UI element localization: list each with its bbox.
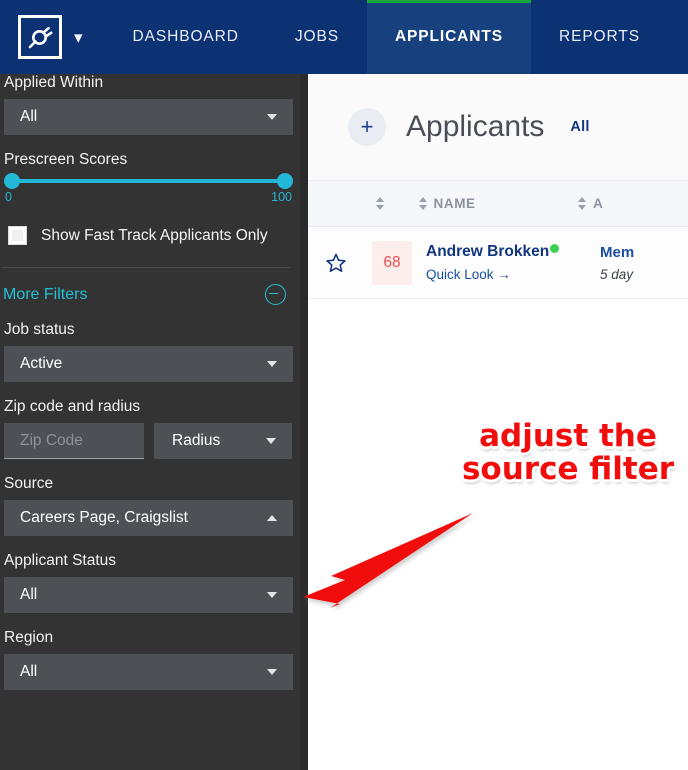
plug-logo-icon[interactable] (18, 15, 62, 59)
source-label: Source (4, 475, 292, 493)
prescreen-score-cell: 68 (364, 241, 420, 285)
applied-time-ago: 5 day (600, 267, 688, 282)
applied-within-select[interactable]: All (4, 99, 293, 135)
applied-within-value: All (20, 108, 267, 126)
radius-value: Radius (172, 432, 266, 450)
tab-reports[interactable]: REPORTS (531, 0, 668, 74)
job-status-label: Job status (4, 321, 292, 339)
applied-job-title[interactable]: Mem (600, 244, 688, 261)
region-value: All (20, 663, 267, 681)
applicant-status-filter: Applicant Status All (0, 552, 300, 613)
slider-min-label: 0 (5, 190, 12, 204)
top-navigation-bar: ▾ DASHBOARD JOBS APPLICANTS REPORTS (0, 0, 688, 74)
applicant-status-label: Applicant Status (4, 552, 292, 570)
add-applicant-button[interactable]: + (348, 108, 386, 146)
applied-within-label: Applied Within (4, 74, 292, 92)
more-filters-toggle[interactable]: More Filters (3, 284, 286, 305)
radius-select[interactable]: Radius (154, 423, 292, 459)
sidebar-scrollbar[interactable] (300, 74, 308, 770)
applicant-status-value: All (20, 586, 267, 604)
column-header-applied-label: A (593, 196, 603, 211)
minus-circle-icon[interactable] (265, 284, 286, 305)
table-row[interactable]: 68 Andrew Brokken Quick Look → Mem 5 day (308, 227, 688, 299)
chevron-down-icon[interactable]: ▾ (74, 29, 83, 46)
sidebar-divider (2, 267, 290, 268)
fast-track-label: Show Fast Track Applicants Only (41, 227, 268, 245)
brand-area[interactable]: ▾ (0, 0, 83, 74)
job-status-filter: Job status Active (0, 321, 300, 382)
sort-updown-icon[interactable] (578, 197, 586, 210)
applied-within-filter: Applied Within All (0, 74, 300, 135)
applied-info-cell: Mem 5 day (600, 244, 688, 282)
applicants-table-header: NAME A (308, 181, 688, 227)
job-status-select[interactable]: Active (4, 346, 293, 382)
chevron-down-icon (267, 361, 277, 367)
zip-radius-row: Radius (4, 423, 292, 459)
source-filter: Source Careers Page, Craigslist (0, 475, 300, 536)
prescreen-scores-label: Prescreen Scores (4, 151, 292, 169)
fast-track-checkbox-row[interactable]: Show Fast Track Applicants Only (8, 226, 300, 245)
tab-applicants[interactable]: APPLICANTS (367, 0, 531, 74)
nav-tabs: DASHBOARD JOBS APPLICANTS REPORTS (105, 0, 668, 74)
column-header-name-label: NAME (434, 196, 476, 211)
region-label: Region (4, 629, 292, 647)
column-header-applied[interactable]: A (578, 196, 688, 211)
region-select[interactable]: All (4, 654, 293, 690)
source-value: Careers Page, Craigslist (20, 509, 267, 527)
favorite-star-cell[interactable] (308, 252, 364, 274)
quick-look-link[interactable]: Quick Look → (426, 267, 600, 282)
fast-track-checkbox[interactable] (8, 226, 27, 245)
zip-code-input[interactable] (4, 423, 144, 459)
slider-track[interactable] (12, 179, 285, 183)
applicant-name-cell: Andrew Brokken Quick Look → (420, 243, 600, 282)
online-green-dot-icon (550, 244, 559, 253)
sort-updown-icon[interactable] (419, 197, 427, 210)
prescreen-score-slider[interactable]: 0 100 (4, 179, 293, 204)
applicant-name-line: Andrew Brokken (426, 243, 600, 261)
region-filter: Region All (0, 629, 300, 690)
tab-dashboard[interactable]: DASHBOARD (105, 0, 267, 74)
slider-end-labels: 0 100 (4, 190, 293, 204)
chevron-down-icon (267, 592, 277, 598)
source-select[interactable]: Careers Page, Craigslist (4, 500, 293, 536)
chevron-down-icon (267, 669, 277, 675)
zip-radius-filter: Zip code and radius Radius (0, 398, 300, 459)
slider-handle-max[interactable] (277, 173, 293, 189)
column-header-name[interactable]: NAME (413, 196, 579, 211)
column-header-score[interactable] (308, 197, 413, 210)
all-filter-link[interactable]: All (570, 119, 589, 135)
star-outline-icon (325, 252, 347, 274)
main-content: + Applicants All NAME A 68 Andrew Brokk (308, 74, 688, 770)
zip-radius-label: Zip code and radius (4, 398, 292, 416)
prescreen-scores-filter: Prescreen Scores 0 100 (0, 151, 300, 204)
applicant-status-select[interactable]: All (4, 577, 293, 613)
more-filters-label: More Filters (3, 286, 87, 304)
applicant-name-link[interactable]: Andrew Brokken (426, 243, 549, 261)
sort-updown-icon[interactable] (376, 197, 384, 210)
filters-sidebar: All Applied Within All Prescreen Scores … (0, 74, 308, 770)
slider-handle-min[interactable] (4, 173, 20, 189)
score-badge: 68 (372, 241, 412, 285)
page-header: + Applicants All (308, 74, 688, 181)
chevron-down-icon (266, 438, 276, 444)
tab-jobs[interactable]: JOBS (267, 0, 367, 74)
page-title: Applicants (406, 110, 544, 144)
slider-max-label: 100 (271, 190, 292, 204)
chevron-down-icon (267, 114, 277, 120)
job-status-value: Active (20, 355, 267, 373)
chevron-up-icon (267, 515, 277, 521)
